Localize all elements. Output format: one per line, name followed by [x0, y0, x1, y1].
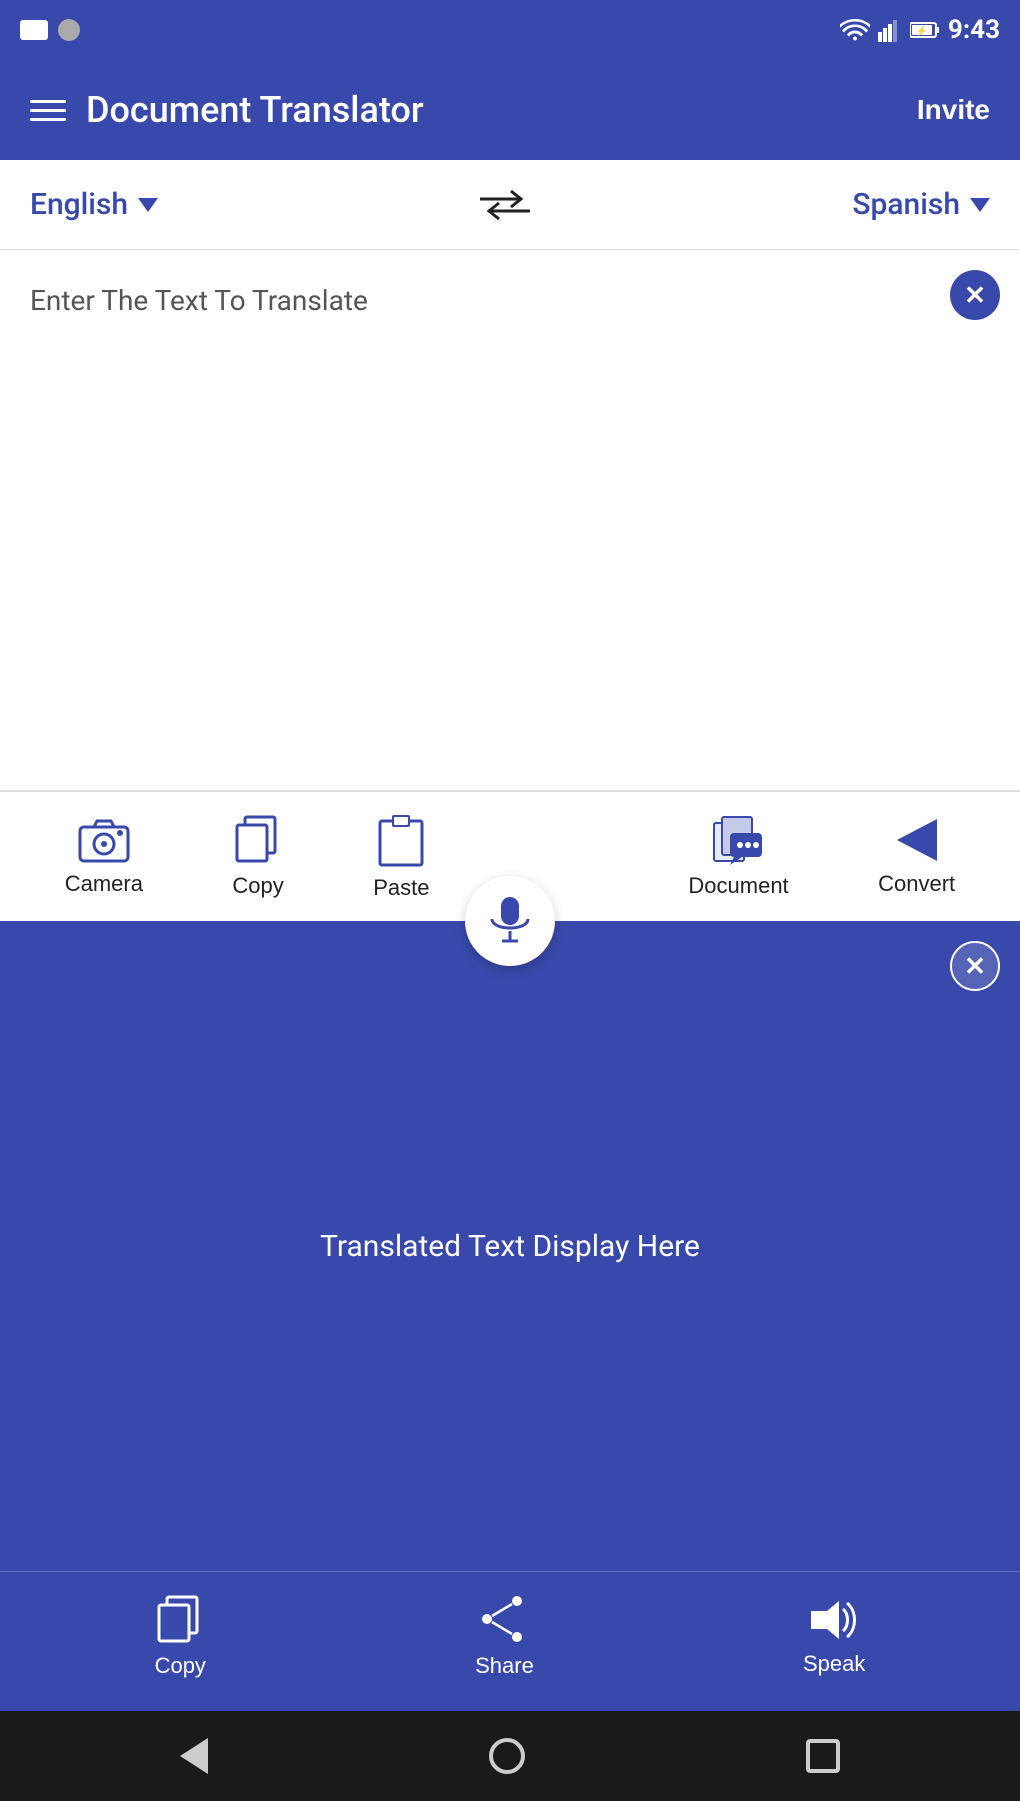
bottom-copy-button[interactable]: Copy — [155, 1595, 206, 1679]
convert-icon — [895, 817, 939, 863]
translated-text-placeholder: Translated Text Display Here — [280, 1209, 740, 1284]
convert-button[interactable]: Convert — [878, 817, 955, 897]
target-language-label: Spanish — [852, 187, 960, 222]
signal-icon — [878, 18, 902, 42]
svg-text:⚡: ⚡ — [916, 25, 927, 37]
bottom-copy-icon — [157, 1595, 203, 1645]
battery-icon: ⚡ — [910, 21, 940, 39]
copy-button[interactable]: Copy — [232, 815, 283, 899]
status-bar: ⚡ 9:43 — [0, 0, 1020, 60]
recents-icon — [806, 1739, 840, 1773]
bottom-share-button[interactable]: Share — [475, 1595, 534, 1679]
source-language-label: English — [30, 187, 128, 222]
bottom-speak-icon — [809, 1597, 859, 1643]
nav-recents-button[interactable] — [806, 1739, 840, 1773]
camera-button[interactable]: Camera — [65, 817, 143, 897]
bottom-actions: Copy Share Speak — [0, 1571, 1020, 1711]
source-language-selector[interactable]: English — [30, 187, 158, 222]
bottom-copy-label: Copy — [155, 1653, 206, 1679]
circle-icon — [58, 19, 80, 41]
navigation-bar — [0, 1711, 1020, 1801]
copy-label: Copy — [232, 873, 283, 899]
status-bar-right: ⚡ 9:43 — [840, 15, 1000, 45]
wifi-icon — [840, 19, 870, 41]
microphone-icon — [488, 895, 532, 947]
convert-label: Convert — [878, 871, 955, 897]
paste-label: Paste — [373, 875, 429, 901]
clear-input-icon: ✕ — [964, 282, 986, 308]
nav-back-button[interactable] — [180, 1738, 208, 1774]
invite-button[interactable]: Invite — [917, 94, 990, 126]
translated-area: ✕ Translated Text Display Here — [0, 921, 1020, 1571]
app-title: Document Translator — [86, 89, 424, 131]
status-time: 9:43 — [948, 15, 1000, 45]
microphone-button[interactable] — [465, 876, 555, 966]
swap-arrows-icon — [475, 185, 535, 225]
target-language-selector[interactable]: Spanish — [852, 187, 990, 222]
home-icon — [489, 1738, 525, 1774]
app-bar-left: Document Translator — [30, 89, 424, 131]
back-icon — [180, 1738, 208, 1774]
camera-label: Camera — [65, 871, 143, 897]
document-button[interactable]: Document — [688, 815, 788, 899]
action-bar: Camera Copy Paste Docum — [0, 791, 1020, 921]
swap-languages-button[interactable] — [475, 185, 535, 225]
app-bar: Document Translator Invite — [0, 60, 1020, 160]
paste-icon — [378, 813, 424, 867]
document-icon — [712, 815, 766, 865]
input-area[interactable]: Enter The Text To Translate ✕ — [0, 250, 1020, 790]
sim-icon — [20, 20, 48, 40]
clear-translated-button[interactable]: ✕ — [950, 941, 1000, 991]
language-row: English Spanish — [0, 160, 1020, 250]
camera-icon — [78, 817, 130, 863]
paste-button[interactable]: Paste — [373, 813, 429, 901]
document-label: Document — [688, 873, 788, 899]
bottom-share-icon — [481, 1595, 527, 1645]
hamburger-menu[interactable] — [30, 100, 66, 121]
nav-home-button[interactable] — [489, 1738, 525, 1774]
clear-input-button[interactable]: ✕ — [950, 270, 1000, 320]
clear-translated-icon: ✕ — [964, 951, 986, 982]
copy-icon — [235, 815, 281, 865]
input-placeholder: Enter The Text To Translate — [30, 284, 368, 317]
status-bar-left — [20, 19, 80, 41]
bottom-speak-button[interactable]: Speak — [803, 1597, 865, 1677]
bottom-speak-label: Speak — [803, 1651, 865, 1677]
source-language-chevron — [138, 198, 158, 212]
target-language-chevron — [970, 198, 990, 212]
bottom-share-label: Share — [475, 1653, 534, 1679]
